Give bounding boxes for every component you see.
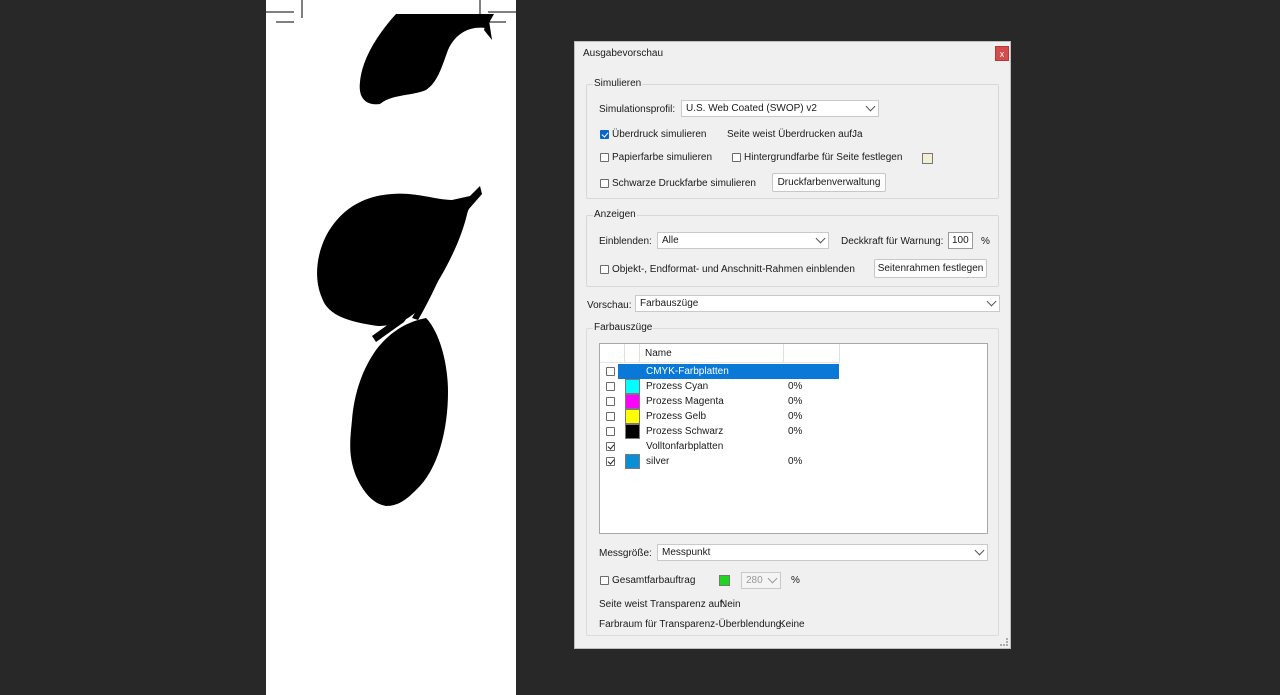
separation-name: Prozess Gelb xyxy=(646,411,707,422)
show-legend: Anzeigen xyxy=(593,209,637,220)
total-ink-unit: % xyxy=(791,575,800,586)
page-background-label: Hintergrundfarbe für Seite festlegen xyxy=(744,152,903,163)
ink-manager-button[interactable]: Druckfarbenverwaltung xyxy=(772,173,886,192)
show-group: Anzeigen Einblenden: Alle Deckkraft für … xyxy=(586,209,999,287)
separation-name: CMYK-Farbplatten xyxy=(646,366,729,377)
show-value: Alle xyxy=(662,235,679,246)
simulation-profile-label: Simulationsprofil: xyxy=(599,104,676,115)
page-boxes-button[interactable]: Seitenrahmen festlegen xyxy=(874,259,987,278)
separation-row[interactable]: Prozess Gelb 0% xyxy=(600,409,840,424)
header-name-column[interactable]: Name xyxy=(640,344,784,363)
dialog-title: Ausgabevorschau xyxy=(583,48,664,59)
separation-row[interactable]: Volltonfarbplatten xyxy=(600,439,840,454)
separation-row[interactable]: Prozess Schwarz 0% xyxy=(600,424,840,439)
chevron-down-icon xyxy=(974,545,985,556)
separation-percent: 0% xyxy=(788,381,803,392)
chevron-down-icon xyxy=(865,101,876,112)
chevron-down-icon xyxy=(986,296,997,307)
total-ink-label: Gesamtfarbauftrag xyxy=(612,575,696,586)
warning-opacity-label: Deckkraft für Warnung: xyxy=(841,236,944,247)
sample-size-value: Messpunkt xyxy=(662,547,711,558)
chevron-down-icon xyxy=(767,573,778,584)
preview-label: Vorschau: xyxy=(587,300,632,311)
blend-space-label: Farbraum für Transparenz-Überblendung: xyxy=(599,619,785,630)
preview-value: Farbauszüge xyxy=(640,298,699,309)
resize-grip-icon[interactable] xyxy=(1000,638,1008,646)
header-color-column xyxy=(625,344,640,363)
show-boxes-label: Objekt-, Endformat- und Anschnitt-Rahmen… xyxy=(612,264,855,275)
separation-checkbox[interactable] xyxy=(606,412,615,421)
total-ink-select[interactable]: 280 xyxy=(741,572,781,589)
separation-name: silver xyxy=(646,456,670,467)
simulate-legend: Simulieren xyxy=(593,78,643,89)
simulate-black-checkbox[interactable] xyxy=(600,179,609,188)
header-check-column xyxy=(600,344,625,363)
separation-color-swatch xyxy=(625,379,640,394)
leaf-artwork xyxy=(266,0,516,506)
separation-name: Prozess Cyan xyxy=(646,381,709,392)
simulate-overprint-checkbox[interactable] xyxy=(600,130,609,139)
simulation-profile-value: U.S. Web Coated (SWOP) v2 xyxy=(686,103,817,114)
separations-legend: Farbauszüge xyxy=(593,322,654,333)
blend-space-value: Keine xyxy=(779,619,805,630)
separation-color-swatch xyxy=(625,409,640,424)
separation-percent: 0% xyxy=(788,411,803,422)
separation-name: Volltonfarbplatten xyxy=(646,441,724,452)
separation-row[interactable]: Prozess Cyan 0% xyxy=(600,379,840,394)
separation-row[interactable]: silver 0% xyxy=(600,454,840,469)
separation-percent: 0% xyxy=(788,426,803,437)
simulate-group: Simulieren Simulationsprofil: U.S. Web C… xyxy=(586,78,999,199)
transparency-value: Nein xyxy=(720,599,741,610)
separation-row[interactable]: Prozess Magenta 0% xyxy=(600,394,840,409)
background-color-swatch[interactable] xyxy=(922,153,933,164)
header-percent-column xyxy=(784,344,840,363)
separation-row[interactable]: CMYK-Farbplatten xyxy=(600,364,840,379)
separation-checkbox[interactable] xyxy=(606,397,615,406)
separation-name: Prozess Magenta xyxy=(646,396,724,407)
separation-percent: 0% xyxy=(788,456,803,467)
title-bar[interactable]: Ausgabevorschau x xyxy=(575,42,1010,64)
separation-checkbox[interactable] xyxy=(606,457,615,466)
separation-percent: 0% xyxy=(788,396,803,407)
simulate-black-label: Schwarze Druckfarbe simulieren xyxy=(612,178,756,189)
close-button[interactable]: x xyxy=(995,46,1009,61)
separation-checkbox[interactable] xyxy=(606,442,615,451)
warning-opacity-unit: % xyxy=(981,236,990,247)
header-name-label: Name xyxy=(645,348,672,359)
simulate-overprint-label: Überdruck simulieren xyxy=(612,129,707,140)
simulate-paper-checkbox[interactable] xyxy=(600,153,609,162)
separation-color-swatch xyxy=(625,394,640,409)
show-label: Einblenden: xyxy=(599,236,652,247)
show-select[interactable]: Alle xyxy=(657,232,829,249)
page-background-checkbox[interactable] xyxy=(732,153,741,162)
document-page xyxy=(266,0,516,695)
separations-list[interactable]: Name CMYK-Farbplatten Prozess Cyan 0% Proze… xyxy=(599,343,988,534)
total-ink-checkbox[interactable] xyxy=(600,576,609,585)
total-ink-value: 280 xyxy=(746,575,763,586)
separation-checkbox[interactable] xyxy=(606,382,615,391)
chevron-down-icon xyxy=(815,233,826,244)
simulate-paper-label: Papierfarbe simulieren xyxy=(612,152,713,163)
output-preview-dialog: Ausgabevorschau x Simulieren Simulations… xyxy=(574,41,1011,649)
separation-checkbox[interactable] xyxy=(606,427,615,436)
separation-checkbox[interactable] xyxy=(606,367,615,376)
separation-name: Prozess Schwarz xyxy=(646,426,724,437)
page-overprint-label: Seite weist Überdrucken auf: xyxy=(727,129,855,140)
total-ink-color-swatch[interactable] xyxy=(719,575,730,586)
simulation-profile-select[interactable]: U.S. Web Coated (SWOP) v2 xyxy=(681,100,879,117)
separation-color-swatch xyxy=(625,454,640,469)
page-overprint-value: Ja xyxy=(852,129,863,140)
transparency-label: Seite weist Transparenz auf: xyxy=(599,599,726,610)
sample-size-label: Messgröße: xyxy=(599,548,652,559)
sample-size-select[interactable]: Messpunkt xyxy=(657,544,988,561)
warning-opacity-input[interactable]: 100 xyxy=(948,232,973,249)
show-boxes-checkbox[interactable] xyxy=(600,265,609,274)
preview-select[interactable]: Farbauszüge xyxy=(635,295,1000,312)
separation-color-swatch xyxy=(625,424,640,439)
